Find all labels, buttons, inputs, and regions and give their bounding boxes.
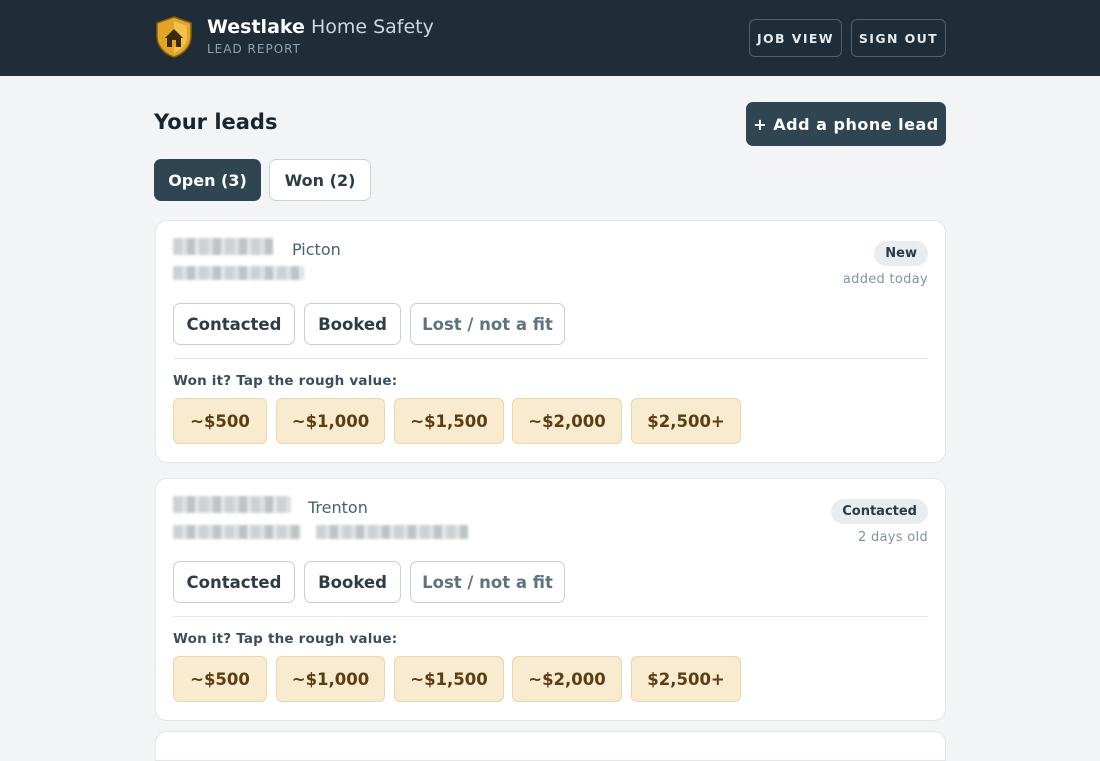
redacted-name <box>173 238 273 255</box>
value-button-1500[interactable]: ~$1,500 <box>394 656 504 702</box>
lead-card <box>155 731 946 761</box>
brand-title: Westlake Home Safety <box>207 16 434 38</box>
redacted-name <box>173 496 291 513</box>
contacted-button[interactable]: Contacted <box>173 303 295 345</box>
brand-subtitle: LEAD REPORT <box>207 42 301 56</box>
redacted-contact <box>173 525 301 539</box>
status-badge: Contacted <box>831 499 928 524</box>
value-button-1500[interactable]: ~$1,500 <box>394 398 504 444</box>
lead-card: Trenton Contacted 2 days old Contacted B… <box>155 478 946 721</box>
value-button-500[interactable]: ~$500 <box>173 398 267 444</box>
lead-card: Picton New added today Contacted Booked … <box>155 220 946 463</box>
add-phone-lead-button[interactable]: + Add a phone lead <box>746 102 946 146</box>
tab-open[interactable]: Open (3) <box>154 159 261 201</box>
page-title: Your leads <box>154 110 278 134</box>
contacted-button[interactable]: Contacted <box>173 561 295 603</box>
value-button-2500-plus[interactable]: $2,500+ <box>631 398 741 444</box>
won-label: Won it? Tap the rough value: <box>173 631 398 647</box>
tab-won[interactable]: Won (2) <box>269 159 371 201</box>
redacted-contact <box>173 266 304 280</box>
sign-out-button[interactable]: SIGN OUT <box>851 19 946 57</box>
redacted-email <box>316 525 468 539</box>
divider <box>173 358 928 359</box>
value-button-1000[interactable]: ~$1,000 <box>276 398 385 444</box>
booked-button[interactable]: Booked <box>304 561 401 603</box>
job-view-button[interactable]: JOB VIEW <box>749 19 842 57</box>
value-button-2000[interactable]: ~$2,000 <box>512 656 622 702</box>
value-button-1000[interactable]: ~$1,000 <box>276 656 385 702</box>
brand[interactable]: Westlake Home Safety LEAD REPORT <box>155 16 434 58</box>
value-button-500[interactable]: ~$500 <box>173 656 267 702</box>
divider <box>173 616 928 617</box>
booked-button[interactable]: Booked <box>304 303 401 345</box>
top-bar: Westlake Home Safety LEAD REPORT JOB VIE… <box>0 0 1100 76</box>
lead-age: added today <box>842 272 928 287</box>
shield-house-icon <box>156 16 192 58</box>
lead-city: Trenton <box>308 498 368 517</box>
lead-city: Picton <box>292 240 341 259</box>
value-button-2500-plus[interactable]: $2,500+ <box>631 656 741 702</box>
lost-button[interactable]: Lost / not a fit <box>410 561 565 603</box>
status-badge: New <box>874 241 928 266</box>
value-button-2000[interactable]: ~$2,000 <box>512 398 622 444</box>
won-label: Won it? Tap the rough value: <box>173 373 398 389</box>
lost-button[interactable]: Lost / not a fit <box>410 303 565 345</box>
lead-age: 2 days old <box>857 530 928 545</box>
